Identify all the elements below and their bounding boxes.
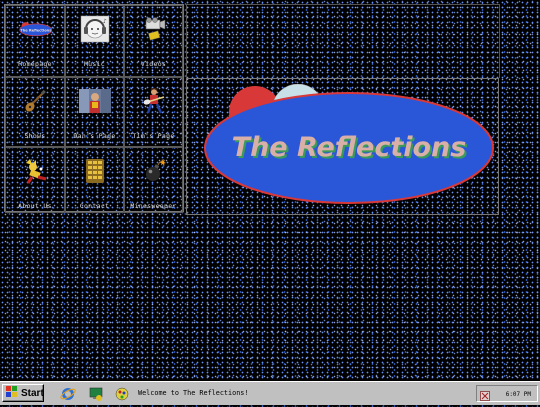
status-message: Welcome to The Reflections! (138, 389, 249, 397)
start-label: Start (21, 387, 44, 399)
nav-label: Tim's Page (132, 132, 175, 140)
nav-label: Shows (24, 132, 46, 140)
nav-music[interactable]: ♪ Music (65, 5, 124, 77)
nav-label: Minesweeper (130, 202, 177, 210)
nav-dans-page[interactable]: Dan's Page (65, 77, 124, 147)
frame-line (499, 4, 500, 78)
taskbar: Start Welcome to The Reflections! 6:07 P… (0, 381, 540, 405)
running-figure-icon (18, 156, 52, 186)
channels-icon[interactable] (114, 386, 130, 402)
frame-line (186, 4, 500, 5)
nav-label: Dan's Page (73, 132, 116, 140)
nav-label: Homepage (18, 60, 52, 68)
nav-label: Music (83, 60, 106, 68)
bomb-icon (137, 156, 171, 186)
nav-label: Contact (79, 202, 110, 210)
nav-about-us[interactable]: About Us (5, 147, 65, 213)
nav-label: Videos (140, 60, 167, 68)
tim-guitarist-icon (137, 86, 171, 116)
video-camera-icon (137, 14, 171, 44)
nav-shows[interactable]: Shows (5, 77, 65, 147)
headphones-face-icon: ♪ (78, 14, 112, 44)
system-tray: 6:07 PM (476, 385, 538, 402)
svg-text:♪: ♪ (103, 18, 107, 25)
guitar-icon (18, 86, 52, 116)
nav-minesweeper[interactable]: Minesweeper (124, 147, 183, 213)
nav-videos[interactable]: Videos (124, 5, 183, 77)
dan-photo-icon (78, 86, 112, 116)
nav-tims-page[interactable]: Tim's Page (124, 77, 183, 147)
start-button[interactable]: Start (2, 384, 44, 402)
nav-label: About Us (18, 202, 52, 210)
nav-contact[interactable]: Contact (65, 147, 124, 213)
internet-explorer-icon[interactable] (60, 386, 76, 402)
clock[interactable]: 6:07 PM (506, 391, 531, 398)
navigation-grid: The Reflections Homepage ♪ Music Videos … (4, 4, 184, 213)
reflections-logo-icon: The Reflections (18, 14, 52, 44)
tray-app-icon[interactable] (480, 388, 490, 406)
logo-mini-text: The Reflections (20, 29, 51, 33)
banner-title: The Reflections (232, 132, 467, 163)
phone-keypad-icon (78, 156, 112, 186)
reflections-banner: The Reflections The Reflections (200, 83, 500, 209)
nav-homepage[interactable]: The Reflections Homepage (5, 5, 65, 77)
desktop-icon[interactable] (88, 386, 104, 402)
windows-logo-icon (6, 384, 18, 402)
frame-line (186, 4, 187, 78)
